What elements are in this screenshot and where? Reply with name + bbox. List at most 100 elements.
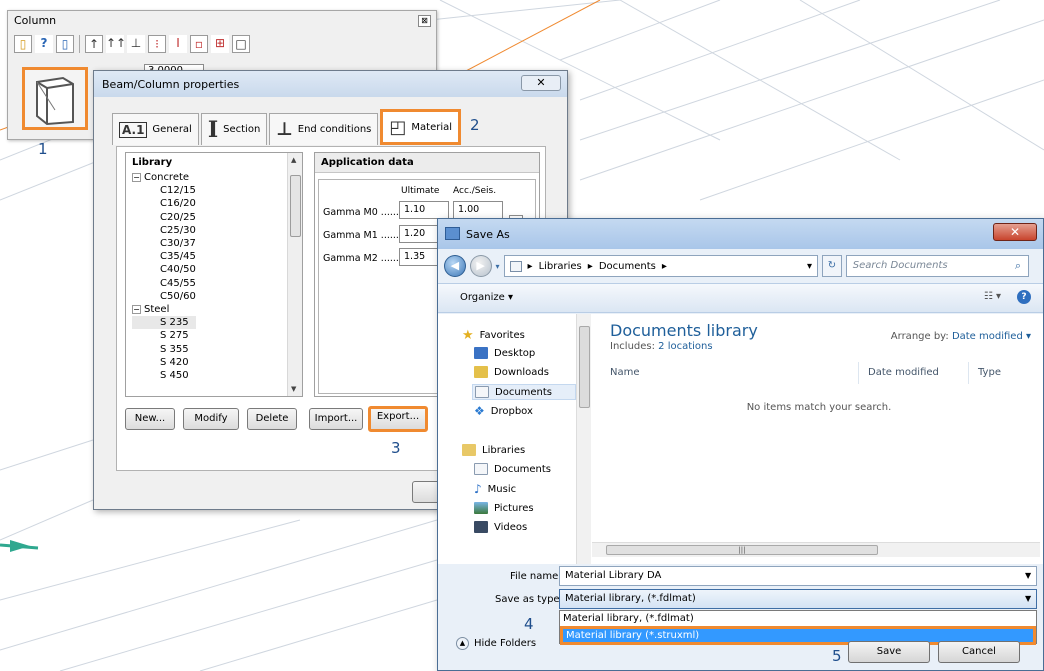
command-bar: Organize ▾ ☷ ▾ ? xyxy=(438,283,1043,313)
nav-label: Videos xyxy=(494,521,528,533)
import-button[interactable]: Import... xyxy=(309,408,363,430)
nav-favorites[interactable]: ★ Favorites xyxy=(462,328,525,343)
align-icon[interactable]: ⁝ xyxy=(148,35,166,53)
column-date-modified[interactable]: Date modified xyxy=(868,367,939,378)
tree-item[interactable]: C25/30 xyxy=(132,224,196,237)
tree-item[interactable]: C50/60 xyxy=(132,290,196,303)
delete-button[interactable]: Delete xyxy=(247,408,297,430)
support-icon[interactable]: ⊥ xyxy=(127,35,145,53)
tree-item[interactable]: C35/45 xyxy=(132,250,196,263)
tree-item[interactable]: S 275 xyxy=(132,329,196,342)
library-tree[interactable]: Library − Concrete C12/15 C16/20 C20/25 C… xyxy=(125,152,303,397)
nav-libraries[interactable]: Libraries xyxy=(462,444,525,456)
nav-lib-documents[interactable]: Documents xyxy=(474,463,551,475)
properties-icon[interactable]: ▯ xyxy=(14,35,32,53)
horizontal-scrollbar[interactable]: ||| xyxy=(592,542,1040,557)
nav-pictures[interactable]: Pictures xyxy=(474,502,534,514)
library-title: Documents library xyxy=(610,321,758,340)
forward-icon[interactable]: ▶ xyxy=(469,255,492,277)
dialog-titlebar: Beam/Column properties ✕ xyxy=(94,71,567,97)
double-arrow-icon[interactable]: ↑↑ xyxy=(106,35,126,53)
tree-item[interactable]: S 355 xyxy=(132,343,196,356)
nav-dropbox[interactable]: ❖ Dropbox xyxy=(474,404,533,418)
tab-general[interactable]: A.1 General xyxy=(112,113,199,145)
step-marker-4: 4 xyxy=(524,615,534,633)
tree-group-steel[interactable]: − Steel xyxy=(132,303,196,316)
tree-group-concrete[interactable]: − Concrete xyxy=(132,171,196,184)
red-marker-icon[interactable]: I xyxy=(169,35,187,53)
export-button[interactable]: Export... xyxy=(368,406,428,432)
column-type[interactable]: Type xyxy=(978,367,1001,378)
arrange-dropdown[interactable]: Date modified ▾ xyxy=(952,331,1031,342)
gamma-m0-ultimate[interactable]: 1.10 xyxy=(399,201,449,219)
nav-music[interactable]: ♪ Music xyxy=(474,482,516,496)
help-icon[interactable]: ? xyxy=(1017,290,1031,304)
history-dropdown-icon[interactable]: ▾ xyxy=(496,262,500,271)
step-marker-2: 2 xyxy=(470,116,480,134)
tree-item[interactable]: C12/15 xyxy=(132,184,196,197)
column-name[interactable]: Name xyxy=(610,367,640,378)
scroll-thumb[interactable] xyxy=(290,175,301,237)
view-options-icon[interactable]: ☷ ▾ xyxy=(984,291,1001,302)
tab-label: Material xyxy=(411,121,453,133)
chevron-down-icon[interactable]: ▼ xyxy=(1025,594,1031,603)
scroll-thumb[interactable] xyxy=(579,326,590,408)
tree-item[interactable]: C30/37 xyxy=(132,237,196,250)
scroll-thumb[interactable]: ||| xyxy=(606,545,878,555)
nav-label: Libraries xyxy=(482,444,526,456)
nav-label: Favorites xyxy=(479,330,525,341)
nav-desktop[interactable]: Desktop xyxy=(474,347,535,359)
tree-item[interactable]: C16/20 xyxy=(132,197,196,210)
locations-link[interactable]: 2 locations xyxy=(658,341,712,352)
organize-button[interactable]: Organize ▾ xyxy=(460,292,513,303)
search-icon[interactable]: ⌕ xyxy=(1015,259,1021,273)
close-icon[interactable]: ⊠ xyxy=(418,15,431,27)
end-icon[interactable]: ▫ xyxy=(190,35,208,53)
box-icon[interactable]: □ xyxy=(232,35,250,53)
library-scrollbar[interactable]: ▲ ▼ xyxy=(287,153,302,396)
tree-item[interactable]: C40/50 xyxy=(132,263,196,276)
close-button[interactable]: ✕ xyxy=(993,223,1037,241)
scroll-up-icon[interactable]: ▲ xyxy=(291,156,296,164)
file-name-input[interactable]: Material Library DA xyxy=(559,566,1037,586)
frame-icon[interactable]: ▯ xyxy=(56,35,74,53)
search-input[interactable]: Search Documents xyxy=(845,255,1029,277)
nav-videos[interactable]: Videos xyxy=(474,521,527,533)
scroll-down-icon[interactable]: ▼ xyxy=(291,385,296,393)
close-button[interactable]: ✕ xyxy=(521,75,561,91)
modify-button[interactable]: Modify xyxy=(183,408,239,430)
nav-documents[interactable]: Documents xyxy=(472,384,576,400)
tree-item[interactable]: S 420 xyxy=(132,356,196,369)
gamma-m0-acc[interactable]: 1.00 xyxy=(453,201,503,219)
back-icon[interactable]: ◀ xyxy=(444,255,466,277)
chevron-down-icon[interactable]: ▾ xyxy=(807,261,812,272)
new-button[interactable]: New... xyxy=(125,408,175,430)
collapse-icon[interactable]: − xyxy=(132,305,141,315)
save-button[interactable]: Save xyxy=(848,641,930,663)
breadcrumb-documents[interactable]: Documents xyxy=(599,261,656,272)
tree-item[interactable]: S 450 xyxy=(132,369,196,382)
grid-icon[interactable]: ⊞ xyxy=(211,35,229,53)
help-icon[interactable]: ? xyxy=(35,35,53,53)
tree-item-selected[interactable]: S 235 xyxy=(132,316,196,330)
save-as-type-select[interactable]: Material library, (*.fdlmat) xyxy=(559,589,1037,609)
column-3d-icon[interactable] xyxy=(22,67,88,130)
tree-item[interactable]: C20/25 xyxy=(132,211,196,224)
path-breadcrumb[interactable]: ▸ Libraries ▸ Documents ▸ ▾ xyxy=(503,255,818,277)
dialog-title: Beam/Column properties xyxy=(102,78,240,91)
tab-material[interactable]: ◰ Material xyxy=(380,109,462,145)
step-marker-3: 3 xyxy=(391,439,401,457)
tab-end-conditions[interactable]: ⊥ End conditions xyxy=(269,113,379,145)
hide-folders-toggle[interactable]: ▲ Hide Folders xyxy=(456,637,536,650)
tab-section[interactable]: I Section xyxy=(200,113,268,145)
refresh-icon[interactable]: ↻ xyxy=(821,255,842,277)
chevron-down-icon[interactable]: ▼ xyxy=(1025,571,1031,580)
nav-scrollbar[interactable] xyxy=(576,314,591,564)
tree-item[interactable]: C45/55 xyxy=(132,277,196,290)
breadcrumb-libraries[interactable]: Libraries xyxy=(539,261,582,272)
collapse-icon[interactable]: − xyxy=(132,173,141,183)
arrow-up-icon[interactable]: ↑ xyxy=(85,35,103,53)
nav-downloads[interactable]: Downloads xyxy=(474,366,549,378)
cancel-button[interactable]: Cancel xyxy=(938,641,1020,663)
application-header: Application data xyxy=(315,153,539,173)
